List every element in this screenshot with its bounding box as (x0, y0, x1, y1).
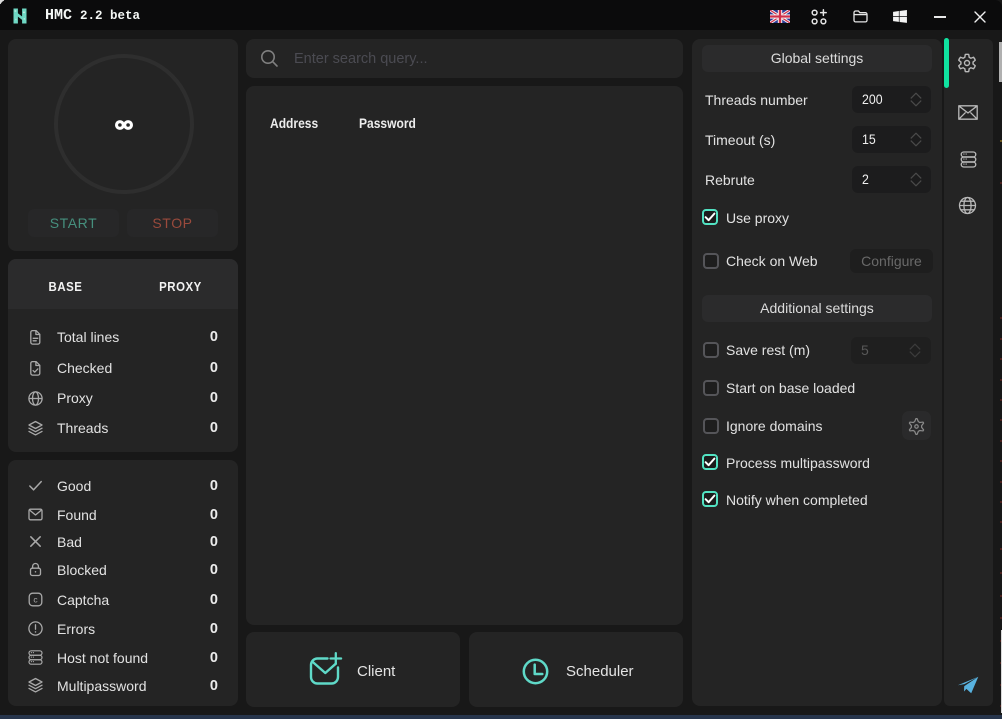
svg-text:c: c (33, 594, 38, 604)
